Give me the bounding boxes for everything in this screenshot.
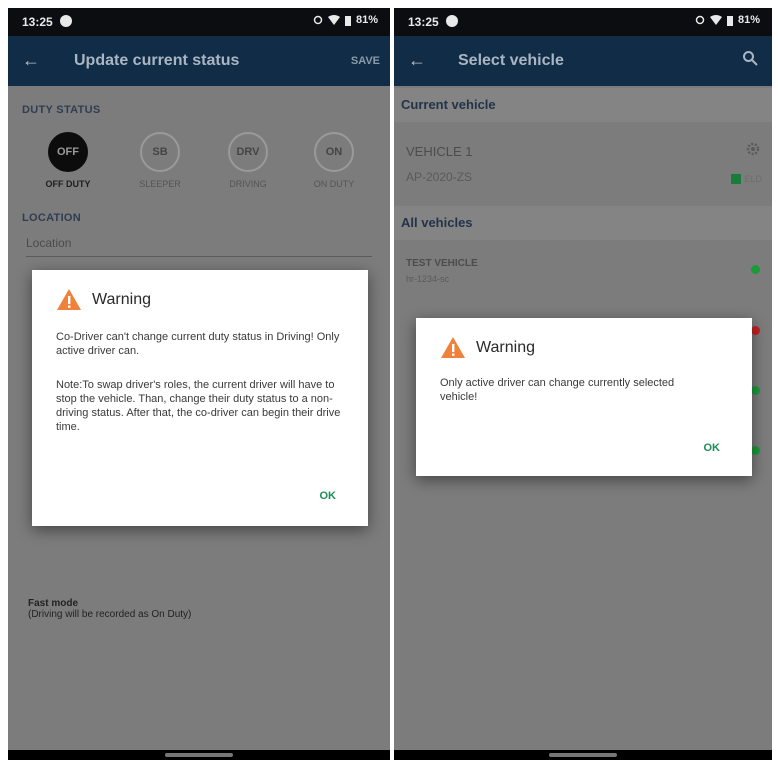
dialog-title: Warning (476, 338, 535, 356)
wifi-icon (709, 15, 722, 25)
left-screen: 13:25 81% ← Update current status SAVE D… (8, 8, 390, 760)
right-screen: 13:25 81% ← Select vehicle Current vehic… (394, 8, 772, 760)
app-bar: ← Update current status SAVE (8, 36, 390, 86)
back-arrow-icon[interactable]: ← (22, 50, 40, 71)
duty-option-sb[interactable]: SB (140, 132, 180, 172)
app-notification-icon (60, 15, 72, 27)
current-vehicle-header: Current vehicle (394, 88, 772, 122)
vehicle-name: TEST VEHICLE (406, 258, 478, 269)
wifi-icon (327, 15, 340, 25)
system-nav-bar (8, 750, 390, 760)
duty-option-on[interactable]: ON (314, 132, 354, 172)
ok-button[interactable]: OK (704, 442, 721, 454)
eld-badge: ELD (731, 174, 762, 184)
dialog-note: Note:To swap driver's roles, the current… (56, 379, 341, 433)
battery-icon (344, 15, 351, 26)
vehicle-status-dot (751, 326, 760, 335)
search-icon[interactable] (742, 50, 758, 66)
eld-status-icon (731, 174, 742, 184)
duty-option-drv[interactable]: DRV (228, 132, 268, 172)
page-title: Update current status (74, 52, 240, 69)
fast-mode-option[interactable]: Fast mode (Driving will be recorded as O… (28, 598, 191, 620)
dialog-message: Only active driver can change currently … (440, 377, 675, 403)
co-driver-warning-dialog: Warning Co-Driver can't change current d… (32, 270, 368, 526)
vehicle-status-dot (751, 446, 760, 455)
vehicle-status-dot (751, 386, 760, 395)
current-vehicle-name: VEHICLE 1 (406, 144, 473, 159)
location-input[interactable]: Location (26, 236, 372, 257)
duty-caption-drv: DRIVING (229, 179, 267, 189)
data-sync-icon (695, 15, 705, 25)
duty-caption-off: OFF DUTY (45, 179, 91, 189)
vehicle-plate: hr-1234-sc (406, 274, 450, 284)
location-label: LOCATION (22, 212, 82, 224)
home-handle[interactable] (549, 753, 617, 757)
duty-status-label: DUTY STATUS (22, 104, 101, 116)
eld-label: ELD (744, 174, 762, 184)
status-time: 13:25 (22, 15, 53, 29)
page-title: Select vehicle (458, 52, 564, 69)
battery-level: 81% (355, 14, 378, 26)
app-notification-icon (446, 15, 458, 27)
system-nav-bar (394, 750, 772, 760)
home-handle[interactable] (165, 753, 233, 757)
vehicle-warning-dialog: Warning Only active driver can change cu… (416, 318, 752, 476)
ok-button[interactable]: OK (320, 490, 337, 502)
fast-mode-subtitle: (Driving will be recorded as On Duty) (28, 609, 192, 620)
save-button[interactable]: SAVE (351, 55, 380, 67)
duty-caption-on: ON DUTY (313, 179, 355, 189)
status-bar: 13:25 81% (394, 8, 772, 36)
current-vehicle-plate: AP-2020-ZS (406, 170, 473, 184)
data-sync-icon (313, 15, 323, 25)
fast-mode-title: Fast mode (28, 598, 79, 609)
battery-level: 81% (737, 14, 760, 26)
warning-icon (57, 289, 81, 310)
duty-caption-sb: SLEEPER (139, 179, 181, 189)
status-time: 13:25 (408, 15, 439, 29)
back-arrow-icon[interactable]: ← (408, 50, 426, 71)
duty-option-off[interactable]: OFF (48, 132, 88, 172)
all-vehicles-label: All vehicles (401, 215, 473, 230)
all-vehicles-header: All vehicles (394, 206, 772, 240)
dialog-message: Co-Driver can't change current duty stat… (56, 331, 340, 357)
battery-icon (726, 15, 733, 26)
gear-icon[interactable] (746, 142, 760, 156)
warning-icon (441, 337, 465, 358)
vehicle-status-dot (751, 265, 760, 274)
status-bar: 13:25 81% (8, 8, 390, 36)
current-vehicle-label: Current vehicle (401, 97, 496, 112)
app-bar: ← Select vehicle (394, 36, 772, 86)
dialog-title: Warning (92, 290, 151, 308)
